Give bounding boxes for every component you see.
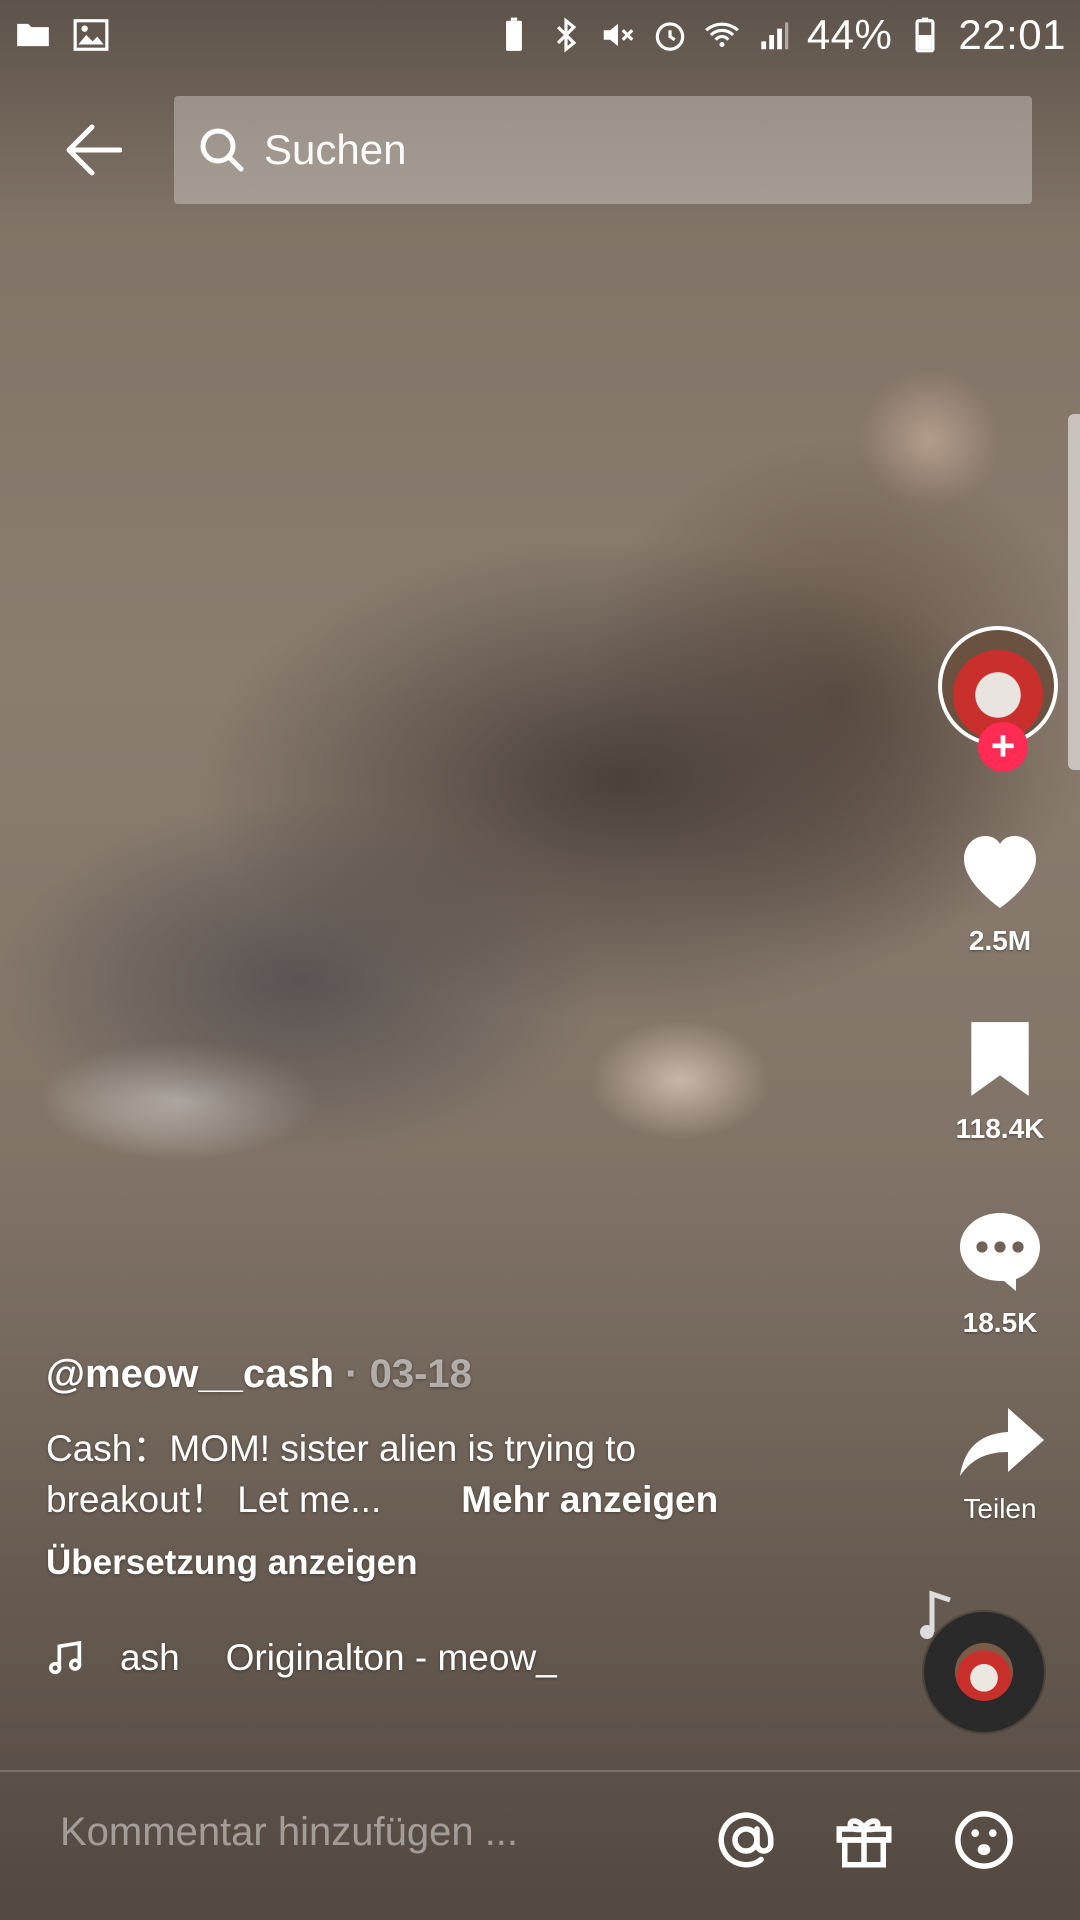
share-arrow-icon xyxy=(960,1408,1044,1476)
sound-disc[interactable] xyxy=(924,1612,1044,1732)
search-input[interactable]: Suchen xyxy=(174,96,1032,204)
battery-percent: 44% xyxy=(806,11,893,58)
like-button[interactable]: 2.5M xyxy=(920,824,1080,957)
comment-bubble-icon xyxy=(960,1213,1040,1291)
mention-button[interactable] xyxy=(710,1804,782,1876)
sound-cover xyxy=(955,1643,1013,1701)
save-count: 118.4K xyxy=(955,1113,1045,1144)
post-description: Cash：MOM! sister alien is trying to brea… xyxy=(46,1423,806,1525)
bluetooth-icon xyxy=(556,17,577,53)
battery-saver-icon xyxy=(505,17,522,51)
author-line: @meow__cash · 03-18 xyxy=(46,1352,806,1397)
alarm-icon xyxy=(655,22,685,51)
comment-bar: Kommentar hinzufügen ... xyxy=(0,1772,1080,1920)
creator-avatar[interactable]: + xyxy=(938,626,1058,772)
search-placeholder: Suchen xyxy=(264,126,407,173)
folder-icon xyxy=(17,23,49,47)
post-date: · 03-18 xyxy=(345,1352,472,1396)
music-subtitle: Originalton - meow_ xyxy=(225,1637,557,1678)
bookmark-icon xyxy=(971,1022,1029,1096)
wifi-icon xyxy=(704,22,739,48)
comment-count: 18.5K xyxy=(962,1307,1038,1338)
gift-button[interactable] xyxy=(828,1804,900,1876)
smiley-icon xyxy=(955,1811,1013,1869)
music-title: ash xyxy=(120,1637,180,1678)
show-translation-link[interactable]: Übersetzung anzeigen xyxy=(46,1543,806,1583)
comment-button[interactable]: 18.5K xyxy=(920,1204,1080,1339)
status-bar: 44% 22:01 xyxy=(0,0,1080,70)
battery-icon xyxy=(915,17,935,53)
music-note-icon xyxy=(49,1640,82,1675)
music-info[interactable]: ash Originalton - meow_ xyxy=(46,1637,806,1679)
comment-input[interactable]: Kommentar hinzufügen ... xyxy=(60,1810,680,1855)
search-icon xyxy=(200,128,244,172)
clock: 22:01 xyxy=(958,11,1066,58)
signal-icon xyxy=(761,22,789,50)
back-button[interactable] xyxy=(58,118,128,182)
post-caption: @meow__cash · 03-18 Cash：MOM! sister ali… xyxy=(46,1352,806,1679)
image-icon xyxy=(73,19,109,51)
at-sign-icon xyxy=(718,1812,774,1868)
follow-button[interactable]: + xyxy=(978,722,1028,772)
emoji-button[interactable] xyxy=(948,1804,1020,1876)
arrow-left-icon xyxy=(66,124,122,176)
save-button[interactable]: 118.4K xyxy=(920,1018,1080,1145)
show-more-link[interactable]: Mehr anzeigen xyxy=(461,1479,718,1520)
share-label: Teilen xyxy=(963,1493,1037,1524)
top-bar: Suchen xyxy=(0,96,1080,204)
scroll-indicator xyxy=(1068,414,1080,770)
heart-icon xyxy=(964,836,1036,908)
share-button[interactable]: Teilen xyxy=(920,1404,1080,1525)
gift-icon xyxy=(836,1818,892,1868)
like-count: 2.5M xyxy=(968,925,1032,956)
mute-icon xyxy=(603,23,634,47)
author-username[interactable]: @meow__cash xyxy=(46,1352,334,1396)
